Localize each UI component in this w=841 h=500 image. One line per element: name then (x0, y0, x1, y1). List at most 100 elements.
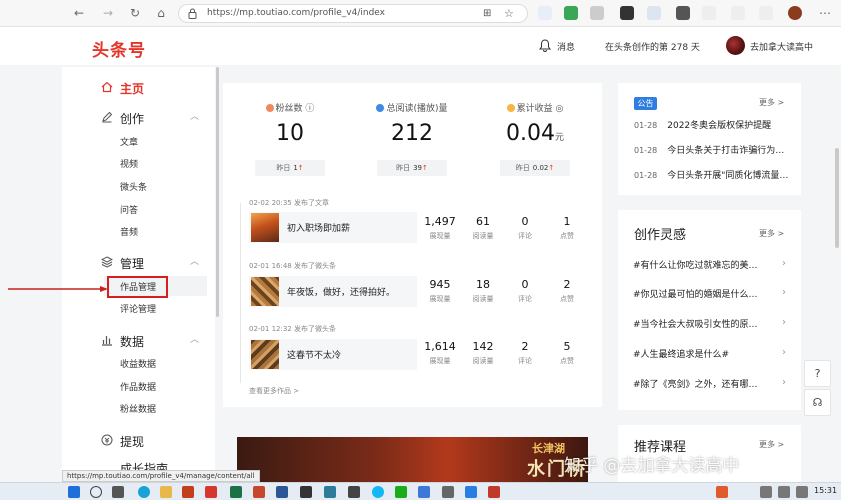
app-icon[interactable] (465, 486, 477, 498)
post-row[interactable]: 年夜饭，做好，还得拍好。 (249, 276, 417, 307)
sidebar-item-income-data[interactable]: 收益数据 (120, 357, 156, 370)
chevron-up-icon[interactable]: ︿ (190, 109, 199, 122)
sidebar-item-article[interactable]: 文章 (120, 135, 138, 148)
courses-more-link[interactable]: 更多 > (759, 439, 784, 450)
help-icon[interactable]: ? (804, 360, 831, 387)
app-icon[interactable] (348, 486, 360, 498)
volume-icon[interactable] (778, 486, 790, 498)
extension-icon[interactable] (590, 6, 604, 20)
headset-icon[interactable]: ☊ (804, 389, 831, 416)
forward-icon[interactable]: → (100, 5, 116, 21)
chevron-up-icon[interactable]: ︿ (190, 332, 199, 345)
excel-icon[interactable] (230, 486, 242, 498)
reader-icon[interactable]: ⊞ (483, 8, 491, 19)
chevron-up-icon[interactable]: ︿ (190, 254, 199, 267)
inspiration-more-link[interactable]: 更多 > (759, 228, 784, 239)
bell-icon[interactable] (539, 39, 551, 52)
collections-icon[interactable] (759, 6, 773, 20)
task-view-icon[interactable] (112, 486, 124, 498)
coin-icon (506, 104, 515, 112)
post-title[interactable]: 这春节不太冷 (287, 348, 341, 361)
folder-icon[interactable] (160, 486, 172, 498)
sidebar-item-qa[interactable]: 问答 (120, 203, 138, 216)
topic-item[interactable]: #当今社会大叔吸引女性的原… › (633, 317, 793, 330)
post-thumbnail[interactable] (251, 340, 279, 369)
network-icon[interactable] (760, 486, 772, 498)
username[interactable]: 去加拿大读高中 (750, 40, 813, 53)
tray-icon[interactable] (716, 486, 728, 498)
qq-icon[interactable] (372, 486, 384, 498)
clock[interactable]: 15:31 (814, 486, 837, 495)
sidebar-section-withdraw[interactable]: 提现 (62, 430, 215, 450)
app-icon[interactable] (418, 486, 430, 498)
word-icon[interactable] (276, 486, 288, 498)
avatar[interactable] (726, 36, 745, 55)
topic-item[interactable]: #除了《亮剑》之外，还有哪… › (633, 377, 793, 390)
post-title[interactable]: 年夜饭，做好，还得拍好。 (287, 285, 395, 298)
shield-icon[interactable] (564, 6, 578, 20)
notice-item[interactable]: 01-28 2022冬奥会版权保护提醒 (634, 118, 771, 131)
wechat-icon[interactable] (395, 486, 407, 498)
stat-label: 累计收益 (516, 104, 553, 114)
sidebar-item-video[interactable]: 视频 (120, 157, 138, 170)
topic-item[interactable]: #有什么让你吃过就难忘的美… › (633, 258, 793, 271)
powerpoint-icon[interactable] (253, 486, 265, 498)
app-icon[interactable] (182, 486, 194, 498)
sidebar-section-manage[interactable]: 管理 ︿ (62, 252, 215, 272)
search-icon[interactable] (90, 486, 102, 498)
profile-avatar[interactable] (788, 6, 802, 20)
sidebar-item-audio[interactable]: 音频 (120, 225, 138, 238)
post-row[interactable]: 这春节不太冷 (249, 339, 417, 370)
metric-views: 1,614 展现量 (424, 340, 456, 365)
app-icon[interactable] (205, 486, 217, 498)
windows-start-icon[interactable] (68, 486, 80, 498)
topic-item[interactable]: #你见过最可怕的婚姻是什么… › (633, 287, 793, 300)
extension-icon[interactable] (620, 6, 634, 20)
post-thumbnail[interactable] (251, 213, 279, 242)
sidebar-label: 数据 (120, 335, 145, 349)
back-icon[interactable]: ← (71, 5, 87, 21)
extension-icon[interactable] (702, 6, 716, 20)
sidebar-item-micro[interactable]: 微头条 (120, 180, 147, 193)
more-icon[interactable]: ⋯ (817, 5, 833, 21)
page-scrollbar[interactable] (835, 148, 839, 248)
app-icon[interactable] (488, 486, 500, 498)
extension-icon[interactable] (676, 6, 690, 20)
home-icon[interactable]: ⌂ (153, 5, 169, 21)
edge-icon[interactable] (138, 486, 150, 498)
stat-label: 粉丝数 (275, 104, 303, 114)
sidebar-section-data[interactable]: 数据 ︿ (62, 330, 215, 350)
arrow-up-icon: ↑ (297, 164, 304, 172)
address-bar[interactable]: https://mp.toutiao.com/profile_v4/index … (178, 4, 528, 23)
sidebar-scrollbar[interactable] (216, 67, 219, 317)
reload-icon[interactable]: ↻ (127, 5, 143, 21)
url-text[interactable]: https://mp.toutiao.com/profile_v4/index (207, 8, 385, 18)
post-thumbnail[interactable] (251, 277, 279, 306)
site-header: 头条号 消息 在头条创作的第 278 天 去加拿大读高中 (0, 27, 841, 65)
sidebar-item-works-data[interactable]: 作品数据 (120, 380, 156, 393)
app-icon[interactable] (300, 486, 312, 498)
extension-icon[interactable] (647, 6, 661, 20)
extension-icon[interactable] (538, 6, 552, 20)
notice-tag: 公告 (634, 97, 657, 110)
sidebar-item-comments[interactable]: 评论管理 (120, 302, 156, 315)
notice-item[interactable]: 01-28 今日头条开展"同质化博流量… (634, 168, 788, 181)
post-title[interactable]: 初入职场即加薪 (287, 221, 350, 234)
favorite-icon[interactable]: ☆ (504, 7, 514, 20)
more-works-link[interactable]: 查看更多作品 > (249, 386, 299, 396)
input-method-icon[interactable] (796, 486, 808, 498)
notice-more-link[interactable]: 更多 > (759, 97, 784, 108)
sidebar-section-create[interactable]: 创作 ︿ (62, 107, 215, 127)
favorites-icon[interactable] (731, 6, 745, 20)
sidebar-item-home[interactable]: 主页 (62, 77, 215, 97)
arrow-up-icon: ↑ (422, 164, 428, 172)
topic-item[interactable]: #人生最终追求是什么# › (633, 347, 793, 360)
notice-item[interactable]: 01-28 今日头条关于打击诈骗行为… (634, 143, 784, 156)
post-row[interactable]: 初入职场即加薪 (249, 212, 417, 243)
message-link[interactable]: 消息 (557, 40, 575, 53)
promo-banner[interactable]: 长津湖 水门桥 (237, 437, 588, 482)
app-icon[interactable] (442, 486, 454, 498)
site-logo[interactable]: 头条号 (92, 36, 146, 61)
sidebar-item-fans-data[interactable]: 粉丝数据 (120, 402, 156, 415)
app-icon[interactable] (324, 486, 336, 498)
